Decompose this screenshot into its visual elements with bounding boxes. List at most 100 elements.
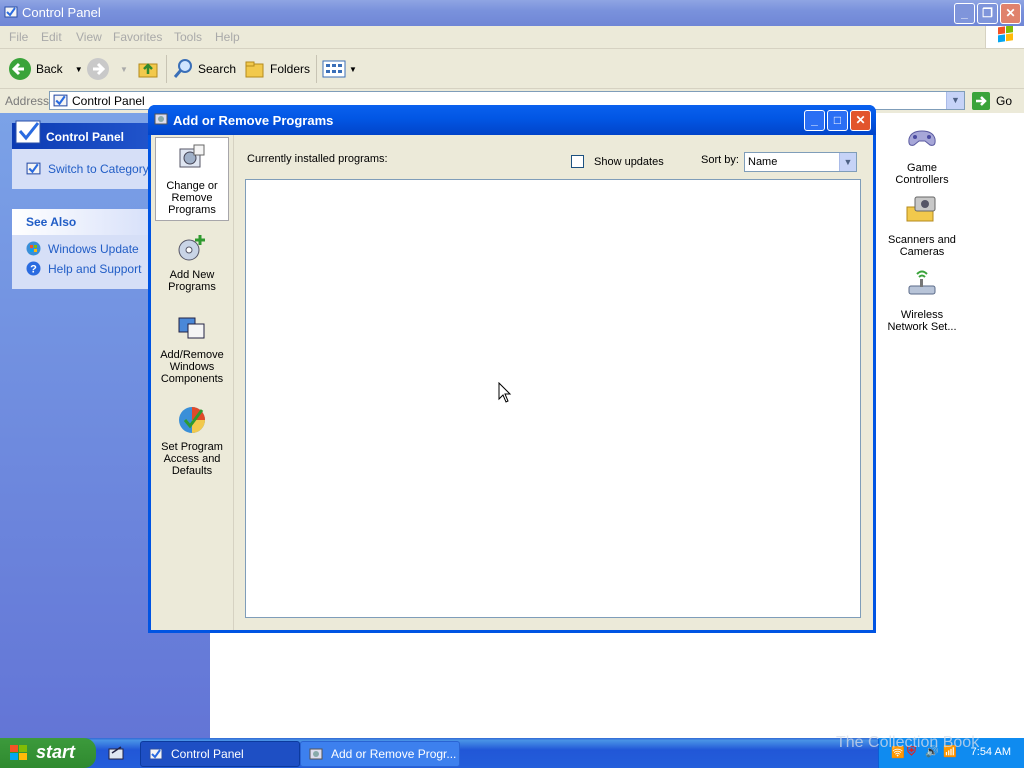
- dialog-body: Change or Remove Programs Add New Progra…: [151, 135, 873, 630]
- menu-tools[interactable]: Tools: [174, 30, 202, 44]
- sort-by-select[interactable]: Name ▼: [744, 152, 857, 172]
- dialog-minimize-button[interactable]: _: [804, 110, 825, 131]
- windows-components-button[interactable]: Add/Remove Windows Components: [155, 307, 229, 391]
- control-panel-icon: [4, 6, 18, 18]
- scanner-camera-icon: [906, 196, 936, 222]
- dialog-titlebar: Add or Remove Programs _ □ ✕: [148, 105, 876, 135]
- toolbar: Back ▼ ▼ Search Folders ▼: [0, 49, 1024, 89]
- menu-view[interactable]: View: [76, 30, 102, 44]
- back-button[interactable]: Back ▼: [8, 57, 83, 81]
- windows-components-label: Add/Remove Windows Components: [160, 349, 224, 385]
- windows-update-label: Windows Update: [48, 242, 139, 256]
- help-icon: ?: [26, 261, 41, 276]
- go-arrow-icon: [972, 92, 990, 110]
- show-updates-label: Show updates: [594, 155, 664, 168]
- search-button[interactable]: Search: [172, 57, 236, 81]
- minimize-button[interactable]: _: [954, 3, 975, 24]
- menu-favorites[interactable]: Favorites: [113, 30, 162, 44]
- address-value: Control Panel: [72, 94, 145, 108]
- menu-edit[interactable]: Edit: [41, 30, 62, 44]
- scanners-cameras-label: Scanners and Cameras: [888, 234, 956, 258]
- up-button[interactable]: [136, 57, 160, 81]
- back-arrow-icon: [9, 58, 31, 80]
- add-new-programs-icon: [178, 235, 205, 261]
- folders-label: Folders: [270, 62, 311, 76]
- menu-file[interactable]: File: [9, 30, 28, 44]
- forward-button[interactable]: ▼: [86, 57, 128, 81]
- installed-programs-list[interactable]: [245, 179, 861, 618]
- wireless-network-icon: [908, 270, 936, 295]
- back-label: Back: [36, 62, 63, 76]
- windows-components-icon: [178, 317, 205, 339]
- scanners-cameras-item[interactable]: Scanners and Cameras: [882, 193, 962, 258]
- control-panel-heading-label: Control Panel: [46, 130, 125, 144]
- forward-arrow-icon: [87, 58, 109, 80]
- sort-by-label: Sort by:: [701, 154, 739, 166]
- go-button[interactable]: Go: [972, 92, 1012, 110]
- change-remove-programs-button[interactable]: Change or Remove Programs: [155, 137, 229, 221]
- program-access-defaults-label: Set Program Access and Defaults: [161, 441, 223, 477]
- watermark: The Collection Book: [836, 734, 980, 751]
- see-also-label: See Also: [26, 215, 77, 229]
- search-icon: [173, 59, 192, 78]
- switch-view-icon: [26, 162, 41, 175]
- show-updates-checkbox[interactable]: [571, 155, 584, 168]
- folders-button[interactable]: Folders: [244, 57, 310, 81]
- add-remove-programs-dialog: Add or Remove Programs _ □ ✕ Change or R…: [148, 105, 876, 633]
- views-button[interactable]: ▼: [322, 57, 357, 81]
- mouse-cursor-icon: [498, 382, 512, 403]
- control-panel-icon: [149, 748, 163, 760]
- add-remove-programs-icon: [309, 748, 323, 760]
- installed-programs-label: Currently installed programs:: [247, 153, 388, 165]
- quick-launch: [108, 745, 126, 764]
- windows-update-icon: [26, 241, 41, 256]
- start-button[interactable]: start: [0, 738, 96, 768]
- add-remove-programs-icon: [154, 113, 168, 125]
- window-titlebar: Control Panel _ ❐ ✕: [0, 0, 1024, 26]
- views-icon: [322, 60, 346, 78]
- toolbar-separator: [166, 55, 167, 83]
- go-label: Go: [996, 94, 1013, 108]
- show-desktop-icon[interactable]: [108, 745, 126, 761]
- search-label: Search: [198, 62, 237, 76]
- taskbar-item-label: Add or Remove Progr...: [331, 747, 457, 761]
- windows-logo-icon: [10, 745, 27, 760]
- switch-category-label: Switch to Category V: [48, 162, 161, 176]
- taskbar-item-label: Control Panel: [171, 747, 244, 761]
- dialog-maximize-button[interactable]: □: [827, 110, 848, 131]
- forward-dropdown-icon[interactable]: ▼: [120, 65, 128, 74]
- toolbar-separator: [316, 55, 317, 83]
- taskbar-item-add-remove[interactable]: Add or Remove Progr...: [300, 741, 460, 767]
- add-new-programs-button[interactable]: Add New Programs: [155, 227, 229, 297]
- game-controllers-item[interactable]: Game Controllers: [882, 121, 962, 186]
- back-dropdown-icon[interactable]: ▼: [75, 65, 83, 74]
- help-support-label: Help and Support: [48, 262, 142, 276]
- menu-help[interactable]: Help: [215, 30, 240, 44]
- close-button[interactable]: ✕: [1000, 3, 1021, 24]
- views-dropdown-icon[interactable]: ▼: [349, 65, 357, 74]
- wireless-network-label: Wireless Network Set...: [887, 309, 957, 333]
- windows-logo: [985, 25, 1024, 48]
- dialog-close-button[interactable]: ✕: [850, 110, 871, 131]
- wireless-network-item[interactable]: Wireless Network Set...: [882, 268, 962, 333]
- taskbar-item-control-panel[interactable]: Control Panel: [140, 741, 300, 767]
- address-label: Address: [5, 94, 50, 108]
- control-panel-icon: [53, 94, 68, 107]
- windows-flag-icon: [998, 25, 1013, 43]
- window-title: Control Panel: [22, 5, 101, 20]
- address-dropdown-icon[interactable]: ▼: [946, 92, 964, 109]
- program-access-defaults-button[interactable]: Set Program Access and Defaults: [155, 399, 229, 483]
- dialog-nav: Change or Remove Programs Add New Progra…: [151, 135, 234, 630]
- show-updates-option[interactable]: Show updates: [571, 155, 664, 168]
- game-controllers-label: Game Controllers: [895, 162, 949, 186]
- start-label: start: [36, 742, 76, 762]
- folder-up-icon: [138, 63, 158, 78]
- dialog-title: Add or Remove Programs: [173, 113, 334, 128]
- sort-by-value: Name: [748, 156, 778, 168]
- game-controller-icon: [908, 130, 936, 146]
- chevron-down-icon[interactable]: ▼: [839, 153, 856, 171]
- svg-text:?: ?: [30, 264, 37, 276]
- dialog-main: Currently installed programs: Show updat…: [234, 135, 873, 630]
- change-remove-programs-label: Change or Remove Programs: [166, 180, 218, 216]
- restore-button[interactable]: ❐: [977, 3, 998, 24]
